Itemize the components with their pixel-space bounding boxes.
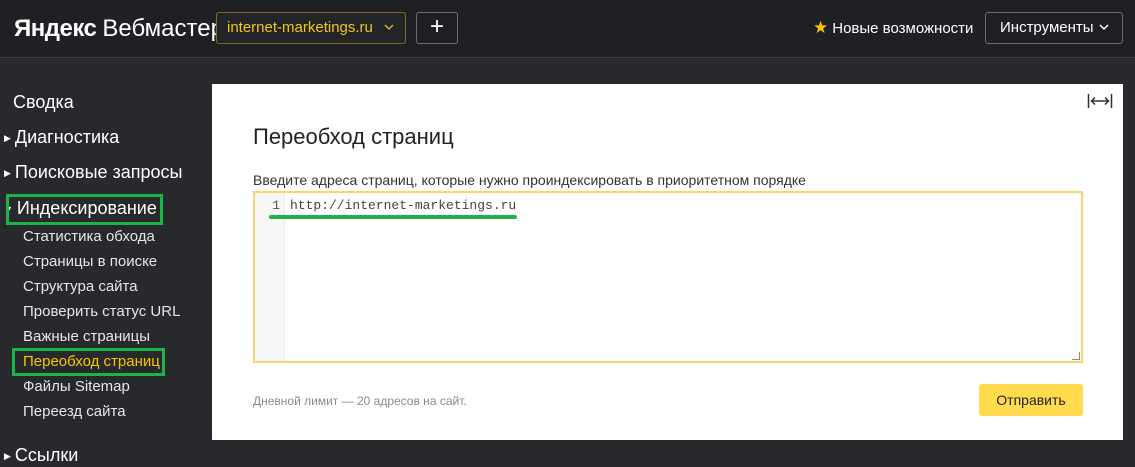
sidebar-item-diagnostics[interactable]: ▶ Диагностика	[4, 127, 119, 148]
expand-width-icon[interactable]	[1087, 92, 1113, 110]
chevron-down-icon	[1098, 13, 1110, 54]
urls-field-label: Введите адреса страниц, которые нужно пр…	[253, 172, 806, 188]
logo-product: Вебмастер	[102, 15, 224, 42]
star-icon: ★	[813, 18, 829, 37]
line-number: 1	[272, 198, 280, 213]
sidebar-subitem[interactable]: Статистика обхода	[23, 228, 155, 245]
resize-handle[interactable]	[1072, 352, 1080, 360]
site-select[interactable]: internet-marketings.ru	[216, 12, 406, 44]
logo[interactable]: Яндекс Вебмастер	[14, 14, 224, 44]
sidebar-item-search-queries[interactable]: ▶ Поисковые запросы	[4, 162, 183, 183]
sidebar-item-summary[interactable]: Сводка	[13, 92, 74, 113]
sidebar-subitem[interactable]: Страницы в поиске	[23, 253, 157, 270]
logo-brand: Яндекс	[14, 15, 97, 42]
sidebar-subitem[interactable]: Переезд сайта	[23, 403, 126, 420]
tools-label: Инструменты	[1000, 19, 1094, 36]
chevron-down-icon	[383, 13, 395, 54]
daily-limit-text: Дневной лимит — 20 адресов на сайт.	[253, 394, 467, 408]
triangle-right-icon: ▶	[4, 133, 11, 143]
main-panel: Переобход страниц Введите адреса страниц…	[212, 84, 1123, 440]
sidebar-subitem[interactable]: Файлы Sitemap	[23, 378, 130, 395]
tools-button[interactable]: Инструменты	[985, 12, 1123, 44]
triangle-right-icon: ▶	[4, 168, 11, 178]
sidebar-item-label: Диагностика	[14, 127, 120, 147]
url-line: http://internet-marketings.ru	[290, 198, 517, 213]
sidebar-item-label: Поисковые запросы	[14, 162, 183, 182]
triangle-down-icon: ▼	[4, 204, 13, 214]
sidebar-item-label: Ссылки	[14, 445, 79, 465]
triangle-right-icon: ▶	[4, 451, 11, 461]
sidebar-item-label: Индексирование	[16, 198, 157, 218]
sidebar-item-links[interactable]: ▶ Ссылки	[4, 445, 78, 466]
sidebar-subitem[interactable]: Важные страницы	[23, 328, 150, 345]
sidebar-subitem-recrawl-active[interactable]: Переобход страниц	[23, 353, 160, 370]
page-title: Переобход страниц	[253, 124, 454, 149]
whats-new-link[interactable]: ★ Новые возможности	[813, 12, 973, 44]
submit-button[interactable]: Отправить	[979, 384, 1083, 416]
top-header: Яндекс Вебмастер internet-marketings.ru +…	[0, 0, 1135, 58]
highlight-underline	[269, 215, 517, 219]
sidebar-subitem[interactable]: Структура сайта	[23, 278, 138, 295]
add-site-button[interactable]: +	[416, 12, 458, 44]
sidebar-subitem[interactable]: Проверить статус URL	[23, 303, 180, 320]
whats-new-label: Новые возможности	[832, 20, 974, 37]
sidebar-item-indexing[interactable]: ▼ Индексирование	[4, 198, 157, 219]
sidebar: Сводка ▶ Диагностика ▶ Поисковые запросы ▼…	[0, 58, 212, 467]
site-select-value: internet-marketings.ru	[227, 19, 373, 36]
plus-icon: +	[429, 13, 444, 40]
